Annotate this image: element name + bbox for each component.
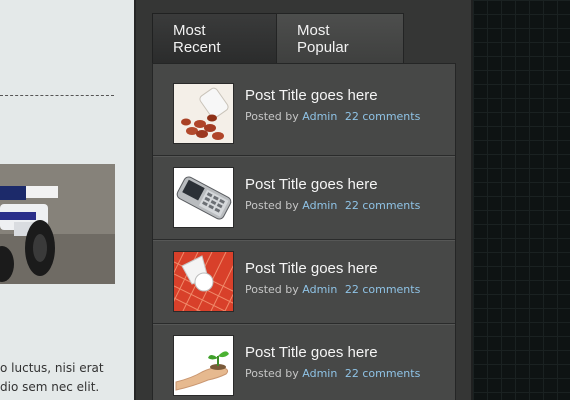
posted-by-label: Posted by [245, 199, 299, 212]
post-thumbnail[interactable] [173, 335, 234, 396]
background-grid [473, 0, 570, 400]
author-link[interactable]: Admin [302, 283, 337, 296]
dashed-divider [0, 95, 114, 96]
post-meta: Posted by Admin 22 comments [245, 367, 420, 380]
post-title[interactable]: Post Title goes here [245, 344, 378, 361]
author-link[interactable]: Admin [302, 199, 337, 212]
post-meta: Posted by Admin 22 comments [245, 283, 420, 296]
tab-most-popular[interactable]: Most Popular [276, 13, 404, 63]
excerpt-line: dio sem nec elit. [0, 380, 100, 394]
post-thumbnail[interactable] [173, 167, 234, 228]
seedling-hand-icon [174, 336, 233, 395]
posted-by-label: Posted by [245, 367, 299, 380]
posted-by-label: Posted by [245, 110, 299, 123]
race-car-icon [0, 164, 115, 284]
comments-link[interactable]: 22 comments [345, 199, 421, 212]
post-title[interactable]: Post Title goes here [245, 176, 378, 193]
tab-most-recent[interactable]: Most Recent [152, 13, 277, 63]
post-tabs: Most Recent Most Popular [152, 13, 404, 63]
main-content-column: o luctus, nisi erat dio sem nec elit. [0, 0, 134, 400]
post-meta: Posted by Admin 22 comments [245, 110, 420, 123]
comments-link[interactable]: 22 comments [345, 283, 421, 296]
author-link[interactable]: Admin [302, 110, 337, 123]
post-thumbnail[interactable] [173, 251, 234, 312]
list-item[interactable]: Post Title goes here Posted by Admin 22 … [153, 64, 455, 156]
comments-link[interactable]: 22 comments [345, 367, 421, 380]
posted-by-label: Posted by [245, 283, 299, 296]
post-thumbnail[interactable] [173, 83, 234, 144]
phone-icon [174, 168, 233, 227]
pills-icon [174, 84, 233, 143]
shuttlecock-icon [174, 252, 233, 311]
post-meta: Posted by Admin 22 comments [245, 199, 420, 212]
list-item[interactable]: Post Title goes here Posted by Admin 22 … [153, 240, 455, 324]
list-item[interactable]: Post Title goes here Posted by Admin 22 … [153, 324, 455, 400]
body-excerpt: o luctus, nisi erat dio sem nec elit. [0, 359, 134, 397]
author-link[interactable]: Admin [302, 367, 337, 380]
post-title[interactable]: Post Title goes here [245, 87, 378, 104]
post-list: Post Title goes here Posted by Admin 22 … [152, 63, 456, 400]
comments-link[interactable]: 22 comments [345, 110, 421, 123]
excerpt-line: o luctus, nisi erat [0, 361, 104, 375]
post-title[interactable]: Post Title goes here [245, 260, 378, 277]
list-item[interactable]: Post Title goes here Posted by Admin 22 … [153, 156, 455, 240]
race-car-photo[interactable] [0, 164, 115, 284]
